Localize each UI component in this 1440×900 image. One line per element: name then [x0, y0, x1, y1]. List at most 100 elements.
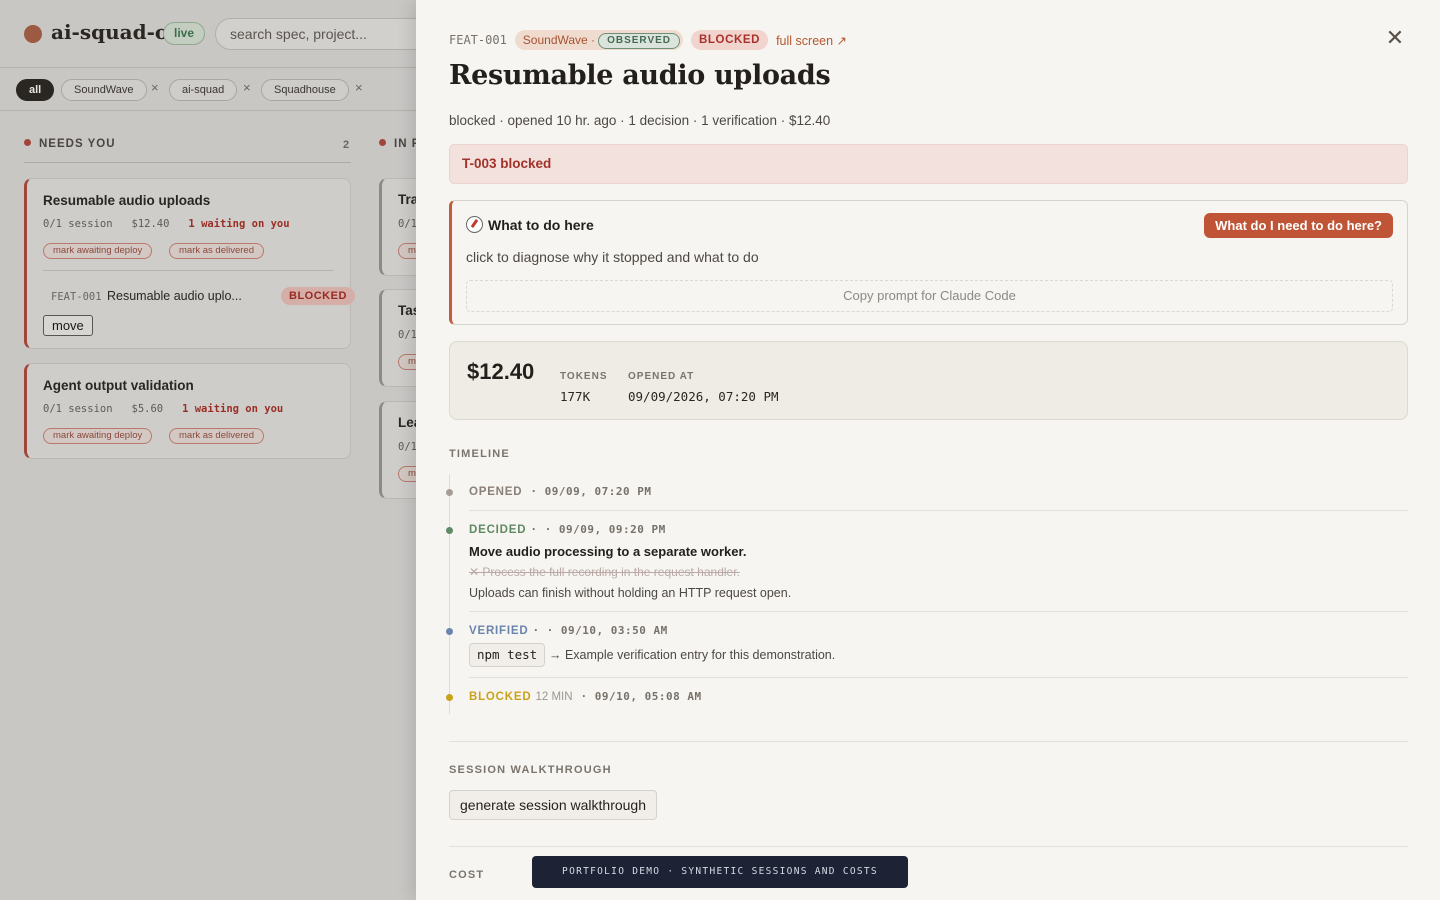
card-meta: 0/1 session $12.40 1 waiting on you — [43, 218, 290, 230]
status-badge: BLOCKED — [281, 287, 355, 305]
sub-feature-title[interactable]: Resumable audio uplo... — [107, 289, 242, 303]
stat-cost: $12.40 — [467, 359, 535, 384]
card-title: Agent output validation — [43, 378, 194, 393]
mark-delivered-button[interactable]: mark as delivered — [169, 243, 264, 259]
spec-card[interactable]: Agent output validation 0/1 session $5.6… — [24, 363, 351, 459]
app-title: ai-squad-os — [51, 20, 180, 44]
timeline-dot-icon — [446, 694, 453, 701]
timeline-dot-icon — [446, 527, 453, 534]
what-to-do-description: click to diagnose why it stopped and wha… — [466, 249, 759, 265]
event-type: DECIDED — [469, 524, 527, 536]
mark-delivered-button[interactable]: mark as delivered — [169, 428, 264, 444]
event-time: · · 09/09, 09:20 PM — [530, 523, 666, 536]
stat-opened-label: OPENED AT — [628, 371, 695, 382]
timeline-event-opened: OPENED · 09/09, 07:20 PM — [469, 485, 651, 498]
column-divider — [24, 162, 351, 163]
what-to-do-title: What to do here — [466, 216, 594, 233]
drawer-header: FEAT-001 SoundWave · OBSERVED BLOCKED full s… — [449, 30, 847, 50]
card-meta: 0/1 — [398, 329, 417, 341]
remove-ai-squad-icon[interactable]: × — [243, 80, 251, 95]
move-button[interactable]: move — [43, 315, 93, 336]
detail-drawer: FEAT-001 SoundWave · OBSERVED BLOCKED full s… — [416, 0, 1440, 900]
rejected-option: ✕ Process the full recording in the requ… — [469, 565, 740, 579]
project-name: SoundWave · — [522, 33, 596, 47]
walkthrough-label: SESSION WALKTHROUGH — [449, 764, 612, 776]
column-count: 2 — [343, 139, 350, 151]
timeline-line — [449, 474, 450, 714]
close-icon[interactable]: ✕ — [1384, 27, 1406, 49]
event-time: · 09/10, 05:08 AM — [580, 690, 702, 703]
stat-tokens-value: 177K — [560, 389, 591, 404]
timeline-label: TIMELINE — [449, 448, 510, 460]
compass-icon — [466, 216, 483, 233]
spec-card[interactable]: Resumable audio uploads 0/1 session $12.… — [24, 178, 355, 349]
live-badge: live — [163, 22, 206, 45]
drawer-title: Resumable audio uploads — [449, 60, 831, 91]
column-in-progress: IN P Tra 0/1 m Tas 0/1 m Lea 0/1 m — [379, 130, 419, 900]
event-type: BLOCKED — [469, 691, 532, 703]
stats-panel: $12.40 TOKENS 177K OPENED AT 09/09/2026,… — [449, 341, 1408, 420]
card-cost: $12.40 — [131, 218, 170, 230]
filter-chip-squadhouse[interactable]: Squadhouse — [261, 79, 349, 101]
decision-reason: Uploads can finish without holding an HT… — [469, 586, 792, 600]
app-logo-icon — [24, 25, 42, 43]
spec-card[interactable]: Lea 0/1 m — [379, 401, 419, 499]
timeline-event-decided: DECIDED · · 09/09, 09:20 PM — [469, 523, 666, 536]
observed-badge: OBSERVED — [598, 33, 681, 49]
card-sessions: 0/1 session — [43, 218, 113, 230]
card-cost: $5.60 — [131, 403, 164, 415]
card-sessions: 0/1 session — [43, 403, 113, 415]
spec-card[interactable]: Tas 0/1 m — [379, 289, 419, 387]
mark-awaiting-deploy-button[interactable]: mark awaiting deploy — [43, 243, 153, 259]
remove-soundwave-icon[interactable]: × — [151, 80, 159, 95]
card-waiting: 1 waiting on you — [188, 218, 290, 230]
copy-prompt-button[interactable]: Copy prompt for Claude Code — [466, 280, 1393, 312]
timeline-event-blocked: BLOCKED 12 MIN · 09/10, 05:08 AM — [469, 690, 702, 703]
column-header-in-progress: IN P — [379, 138, 419, 150]
card-meta: 0/1 — [398, 218, 417, 230]
blocked-alert: T-003 blocked — [449, 144, 1408, 184]
filter-chip-all[interactable]: all — [16, 79, 55, 101]
drawer-subtitle: blocked · opened 10 hr. ago · 1 decision… — [449, 113, 831, 128]
card-waiting: 1 waiting on you — [182, 403, 284, 415]
timeline-dot-icon — [446, 489, 453, 496]
section-divider — [449, 846, 1408, 847]
diagnose-button[interactable]: What do I need to do here? — [1204, 213, 1393, 238]
stat-tokens-label: TOKENS — [560, 371, 608, 382]
project-pill: SoundWave · OBSERVED — [514, 30, 684, 50]
filter-chip-ai-squad[interactable]: ai-squad — [169, 79, 238, 101]
cost-label: COST — [449, 869, 485, 881]
sub-feature-id: FEAT-001 — [51, 291, 102, 303]
generate-walkthrough-button[interactable]: generate session walkthrough — [449, 790, 658, 820]
timeline-divider — [469, 677, 1408, 678]
filter-chip-soundwave[interactable]: SoundWave — [61, 79, 147, 101]
event-type: OPENED — [469, 486, 523, 498]
status-badge: BLOCKED — [691, 30, 769, 50]
timeline-dot-icon — [446, 628, 453, 635]
status-dot-icon — [379, 139, 386, 146]
spec-card[interactable]: Tra 0/1 m — [379, 178, 419, 276]
column-title: NEEDS YOU — [39, 138, 116, 150]
event-time: · · 09/10, 03:50 AM — [532, 624, 668, 637]
card-meta: 0/1 session $5.60 1 waiting on you — [43, 403, 283, 415]
demo-banner: PORTFOLIO DEMO · SYNTHETIC SESSIONS AND … — [532, 856, 908, 888]
column-header-needs-you: NEEDS YOU — [24, 138, 116, 150]
timeline-divider — [469, 510, 1408, 511]
decision-text: Move audio processing to a separate work… — [469, 544, 747, 559]
status-dot-icon — [24, 139, 31, 146]
what-to-do-label: What to do here — [488, 217, 594, 233]
verification-note: → Example verification entry for this de… — [549, 648, 836, 662]
card-title: Resumable audio uploads — [43, 193, 211, 208]
full-screen-link[interactable]: full screen ↗ — [776, 33, 847, 48]
timeline-divider — [469, 611, 1408, 612]
card-divider — [43, 270, 334, 271]
verification-command: npm test — [469, 643, 546, 667]
event-duration: 12 MIN — [535, 691, 573, 703]
event-time: · 09/09, 07:20 PM — [530, 485, 652, 498]
section-divider — [449, 741, 1408, 742]
feature-id: FEAT-001 — [449, 33, 507, 47]
card-meta: 0/1 — [398, 441, 417, 453]
remove-squadhouse-icon[interactable]: × — [355, 80, 363, 95]
event-type: VERIFIED — [469, 625, 529, 637]
mark-awaiting-deploy-button[interactable]: mark awaiting deploy — [43, 428, 153, 444]
